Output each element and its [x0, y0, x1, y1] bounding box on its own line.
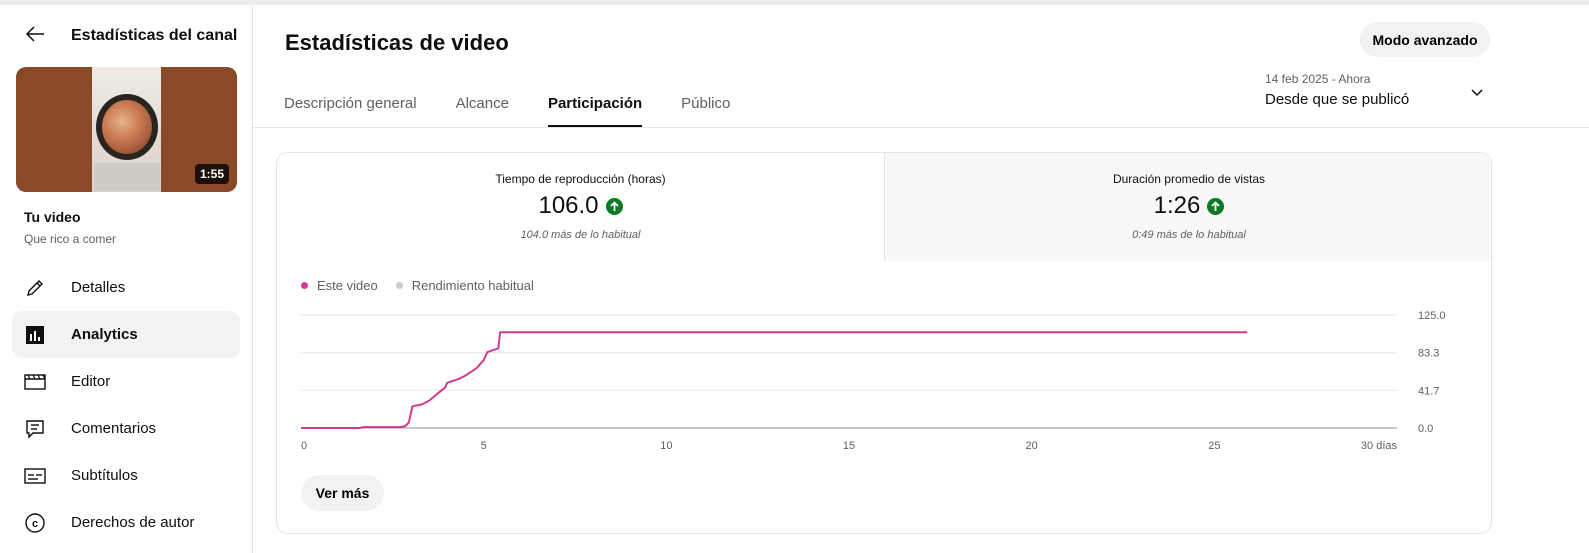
thumbnail-stove [94, 163, 160, 191]
metric-label: Tiempo de reproducción (horas) [495, 172, 666, 186]
legend-dot [301, 282, 308, 289]
x-tick-label: 15 [843, 440, 855, 452]
analytics-icon [24, 324, 46, 346]
metric-value-row: 106.0 [277, 192, 884, 220]
metric-avg-view-duration[interactable]: Duración promedio de vistas 1:26 0:49 má… [885, 153, 1491, 261]
chevron-down-icon [1470, 86, 1484, 105]
sidebar-header [24, 23, 46, 45]
sidebar-item-label: Subtítulos [71, 467, 138, 484]
x-tick-label: 5 [481, 440, 487, 452]
video-title: Que rico a comer [24, 232, 117, 246]
y-tick-label: 83.3 [1418, 348, 1439, 360]
metric-watch-time[interactable]: Tiempo de reproducción (horas) 106.0 104… [277, 153, 885, 261]
y-tick-label: 125.0 [1418, 310, 1446, 322]
x-tick-label: 0 [301, 440, 307, 452]
sidebar-item-subtitulos[interactable]: Subtítulos [12, 452, 240, 499]
pencil-icon [24, 277, 46, 299]
date-range-label: Desde que se publicó [1265, 91, 1410, 108]
x-tick-label: 20 [1026, 440, 1038, 452]
legend-item-this-video: Este video [301, 278, 378, 293]
sidebar-item-detalles[interactable]: Detalles [12, 264, 240, 311]
sidebar-item-comentarios[interactable]: Comentarios [12, 405, 240, 452]
tabs-divider [253, 127, 1589, 128]
channel-analytics-title: Estadísticas del canal [71, 27, 238, 44]
chart-legend: Este video Rendimiento habitual [301, 278, 552, 293]
thumbnail-food [102, 100, 152, 154]
metric-label: Duración promedio de vistas [1112, 172, 1266, 186]
tab-engagement[interactable]: Participación [547, 79, 643, 127]
sidebar-item-label: Derechos de autor [71, 514, 195, 531]
svg-text:c: c [32, 518, 38, 530]
legend-label: Este video [317, 278, 378, 293]
x-tick-label: 10 [660, 440, 672, 452]
clapperboard-icon [24, 371, 46, 393]
legend-item-typical: Rendimiento habitual [395, 278, 534, 293]
engagement-line-chart: 125.0 83.3 41.7 0.0 0 5 10 15 20 25 30 días [301, 310, 1446, 452]
sidebar-item-editor[interactable]: Editor [12, 358, 240, 405]
sidebar-item-derechos[interactable]: c Derechos de autor [12, 499, 240, 546]
page-title: Estadísticas de video [285, 30, 509, 55]
legend-dot [395, 282, 403, 289]
your-video-label: Tu video [24, 209, 81, 225]
advanced-mode-button[interactable]: Modo avanzado [1360, 22, 1490, 57]
comment-icon [24, 418, 46, 440]
copyright-icon: c [24, 512, 46, 534]
video-thumbnail[interactable]: 1:55 [16, 67, 237, 192]
tab-reach[interactable]: Alcance [456, 79, 509, 127]
tab-overview[interactable]: Descripción general [284, 79, 417, 127]
x-tick-label: 25 [1208, 440, 1220, 452]
metric-note: 104.0 más de lo habitual [520, 229, 641, 241]
date-range-selector[interactable]: 14 feb 2025 - Ahora Desde que se publicó [1265, 72, 1490, 117]
tab-audience[interactable]: Público [681, 79, 730, 127]
subtitles-icon [24, 465, 46, 487]
legend-label: Rendimiento habitual [411, 278, 534, 293]
y-tick-label: 41.7 [1418, 385, 1439, 397]
metric-value-row: 1:26 [885, 192, 1491, 220]
video-duration-badge: 1:55 [194, 164, 229, 184]
sidebar-item-label: Comentarios [71, 420, 157, 437]
metric-note: 0:49 más de lo habitual [1132, 229, 1246, 241]
see-more-button[interactable]: Ver más [301, 475, 384, 511]
engagement-card: Tiempo de reproducción (horas) 106.0 104… [276, 152, 1492, 534]
sidebar-item-label: Detalles [71, 279, 126, 296]
x-tick-label: 30 días [1361, 440, 1398, 452]
sidebar-item-label: Editor [71, 373, 111, 390]
tab-bar: Descripción general Alcance Participació… [284, 79, 769, 128]
sidebar-item-label: Analytics [71, 326, 138, 343]
metric-value: 1:26 [1153, 192, 1201, 219]
series-line-this-video [301, 331, 1248, 429]
arrow-up-icon [1207, 197, 1225, 215]
metric-value: 106.0 [538, 192, 599, 219]
back-arrow-icon[interactable] [24, 23, 46, 45]
date-range-dates: 14 feb 2025 - Ahora [1265, 72, 1371, 86]
sidebar-item-analytics[interactable]: Analytics [12, 311, 240, 358]
sidebar-nav: Detalles Analytics Editor Comentarios Su… [12, 264, 240, 546]
y-tick-label: 0.0 [1418, 423, 1433, 435]
sidebar: Estadísticas del canal 1:55 Tu video Que… [0, 5, 253, 553]
arrow-up-icon [605, 197, 623, 215]
